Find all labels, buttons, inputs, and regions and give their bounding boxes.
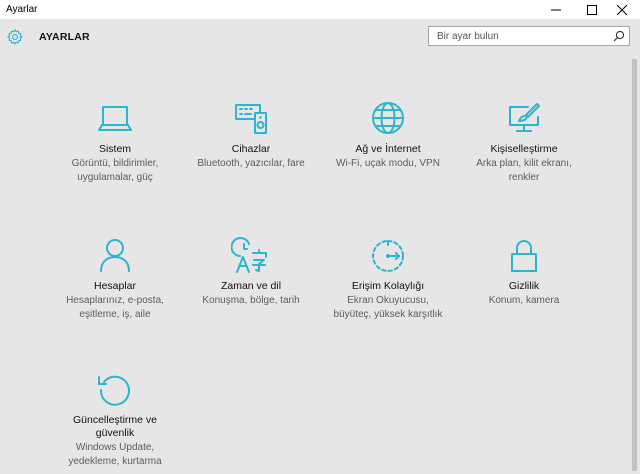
tile-desc-line1: Bluetooth, yazıcılar, fare xyxy=(197,158,305,169)
window-title: Ayarlar xyxy=(6,4,38,15)
tile-ease-of-access[interactable]: Erişim Kolaylığı Ekran Okuyucusu, büyüte… xyxy=(322,236,454,321)
search-box[interactable] xyxy=(428,26,630,46)
tile-desc-line2: renkler xyxy=(508,172,540,183)
settings-window: Ayarlar AYARLAR Sistem xyxy=(0,0,640,474)
tile-desc-line1: Konum, kamera xyxy=(488,295,560,306)
gear-icon xyxy=(7,29,23,45)
tile-devices[interactable]: Cihazlar Bluetooth, yazıcılar, fare xyxy=(185,99,317,170)
laptop-icon xyxy=(98,106,132,131)
tile-name: Sistem xyxy=(98,143,132,155)
tile-network[interactable]: Ağ ve İnternet Wi-Fi, uçak modu, VPN xyxy=(322,99,454,170)
tile-desc-line1: Görüntü, bildirimler, xyxy=(71,158,159,169)
devices-icon xyxy=(235,104,267,134)
paint-icon xyxy=(509,103,540,132)
minimize-icon xyxy=(551,9,561,10)
accessibility-icon xyxy=(372,240,404,272)
tile-privacy[interactable]: Gizlilik Konum, kamera xyxy=(458,236,590,307)
tile-desc-line2: uygulamalar, güç xyxy=(77,172,153,183)
tile-desc-line1: Wi-Fi, uçak modu, VPN xyxy=(336,158,440,169)
vertical-scrollbar[interactable] xyxy=(630,55,640,474)
tile-name: Erişim Kolaylığı xyxy=(351,280,425,292)
time-language-icon xyxy=(231,237,267,273)
tile-time-language[interactable]: Zaman ve dil Konuşma, bölge, tarih xyxy=(185,236,317,307)
lock-icon xyxy=(511,240,537,272)
tile-update-security[interactable]: Güncelleştirme ve güvenlik Windows Updat… xyxy=(49,370,181,468)
search-icon[interactable] xyxy=(613,30,625,42)
tile-name: Zaman ve dil xyxy=(220,280,282,292)
tile-desc-line1: Arka plan, kilit ekranı, xyxy=(476,158,572,169)
tile-desc-line2: eşitleme, iş, aile xyxy=(79,309,151,320)
tile-desc-line1: Ekran Okuyucusu, xyxy=(347,295,429,306)
tile-personalization[interactable]: Kişiselleştirme Arka plan, kilit ekranı,… xyxy=(458,99,590,184)
person-icon xyxy=(100,239,130,272)
close-button[interactable] xyxy=(604,0,640,19)
tile-desc-line2: büyüteç, yüksek karşıtlık xyxy=(333,309,443,320)
tile-system[interactable]: Sistem Görüntü, bildirimler, uygulamalar… xyxy=(49,99,181,184)
tile-name: Hesaplar xyxy=(93,280,137,292)
tile-name-line2: güvenlik xyxy=(95,427,135,439)
title-bar[interactable]: Ayarlar xyxy=(0,0,640,19)
tile-name: Kişiselleştirme xyxy=(490,143,558,155)
tile-accounts[interactable]: Hesaplar Hesaplarınız, e-posta, eşitleme… xyxy=(49,236,181,321)
tile-desc-line1: Konuşma, bölge, tarih xyxy=(202,295,300,306)
search-input[interactable] xyxy=(429,27,609,45)
update-icon xyxy=(98,375,130,406)
settings-header: AYARLAR xyxy=(0,19,630,55)
tile-name: Cihazlar xyxy=(231,143,271,155)
tile-desc-line1: Hesaplarınız, e-posta, xyxy=(66,295,164,306)
tile-name: Gizlilik xyxy=(508,280,540,292)
tile-name: Güncelleştirme ve xyxy=(72,414,158,426)
minimize-button[interactable] xyxy=(538,0,574,19)
tile-desc-line2: yedekleme, kurtarma xyxy=(68,456,162,467)
scrollbar-thumb[interactable] xyxy=(632,59,637,471)
tile-name: Ağ ve İnternet xyxy=(355,143,421,155)
close-icon xyxy=(617,4,627,15)
globe-icon xyxy=(372,102,404,134)
tile-desc-line1: Windows Update, xyxy=(75,442,155,453)
page-title: AYARLAR xyxy=(39,31,90,43)
maximize-icon xyxy=(587,4,597,15)
